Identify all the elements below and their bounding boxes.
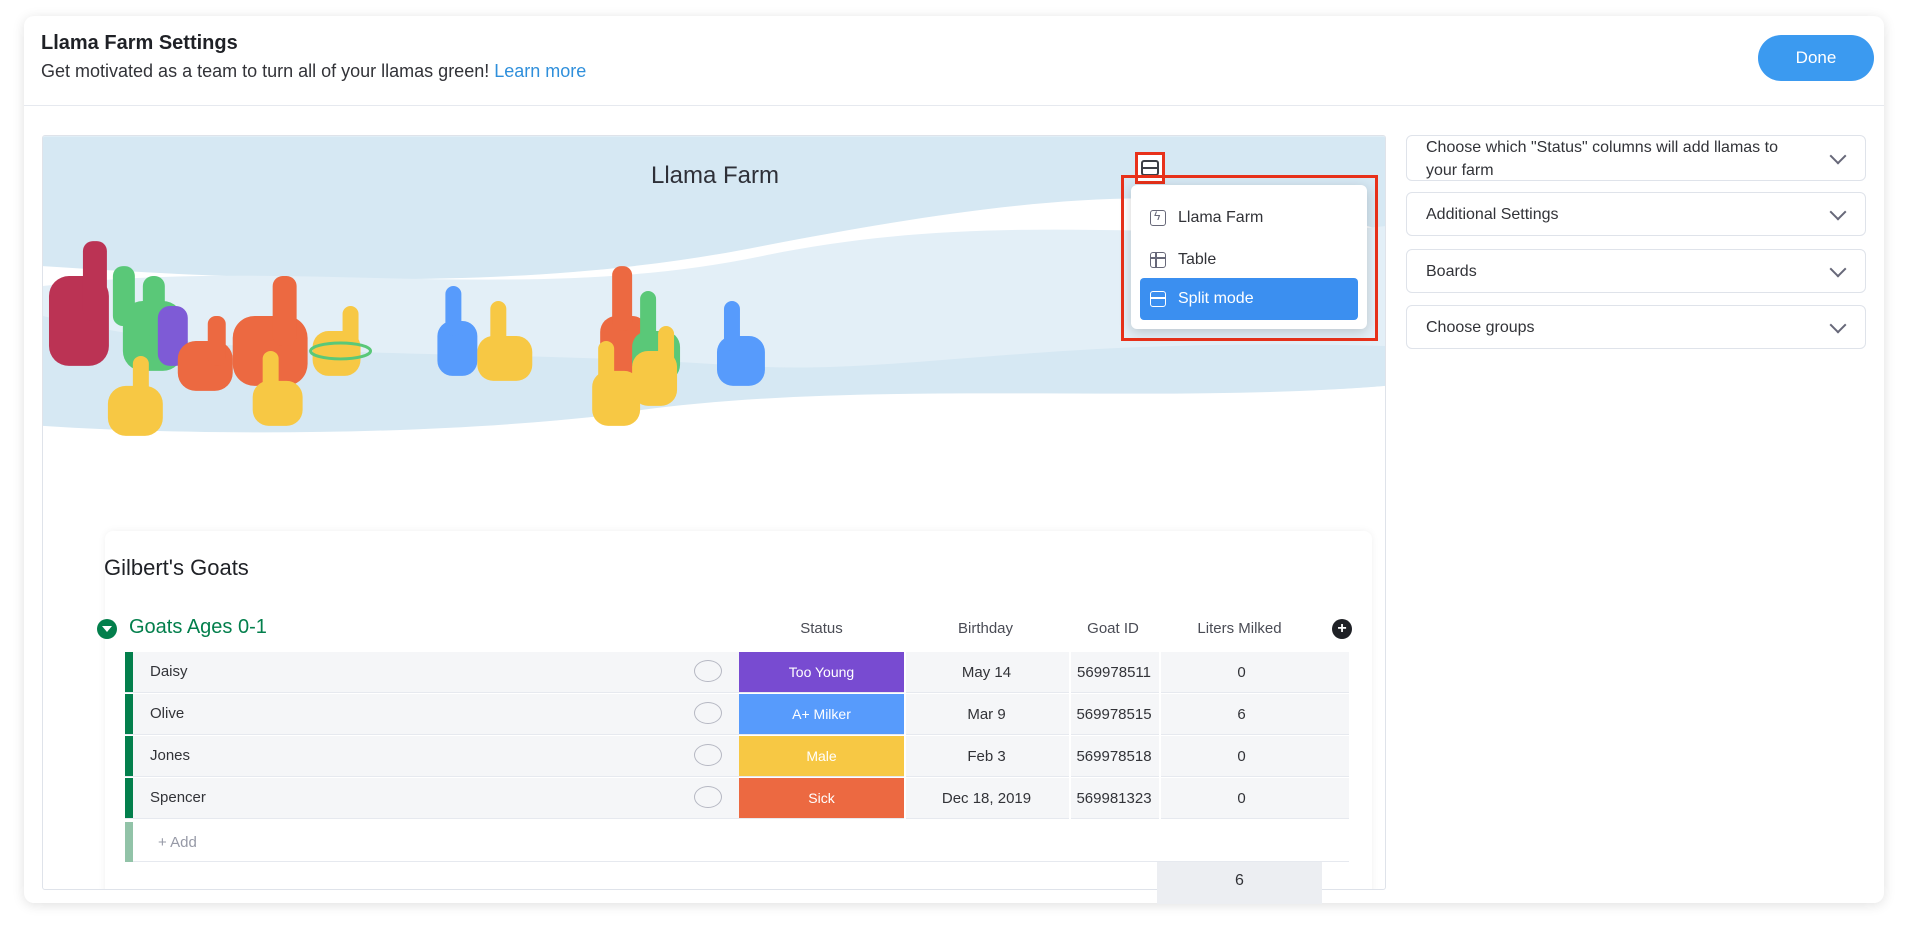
goat-id-cell[interactable]: 569978511 [1069, 664, 1159, 681]
liters-cell[interactable]: 0 [1159, 748, 1324, 765]
subtitle-text: Get motivated as a team to turn all of y… [41, 61, 490, 81]
bolt-icon [1150, 209, 1166, 226]
menu-item-label: Split mode [1178, 290, 1254, 307]
birthday-cell[interactable]: May 14 [904, 664, 1069, 681]
boards-accordion[interactable]: Boards [1406, 249, 1866, 293]
view-mode-menu: Llama Farm Table Split mode [1131, 185, 1367, 329]
chevron-down-icon [1829, 147, 1847, 165]
column-header-goat-id[interactable]: Goat ID [1068, 620, 1158, 637]
row-name[interactable]: Spencer [150, 789, 206, 806]
add-column-icon[interactable]: + [1332, 619, 1352, 639]
accordion-label: Choose which "Status" columns will add l… [1426, 139, 1778, 179]
split-icon [1141, 160, 1159, 176]
chevron-down-icon [1829, 203, 1847, 221]
done-button[interactable]: Done [1758, 35, 1874, 81]
liters-cell[interactable]: 6 [1159, 706, 1324, 723]
row-color-bar [125, 736, 133, 776]
liters-cell[interactable]: 0 [1159, 790, 1324, 807]
menu-item-llama-farm[interactable]: Llama Farm [1140, 197, 1358, 239]
birthday-cell[interactable]: Dec 18, 2019 [904, 790, 1069, 807]
table-row[interactable]: Spencer Sick Dec 18, 2019 569981323 0 [125, 778, 1349, 819]
row-color-bar [125, 694, 133, 734]
chevron-down-icon [1829, 316, 1847, 334]
comment-icon[interactable] [694, 702, 722, 724]
row-color-bar [125, 778, 133, 818]
column-header-liters-milked[interactable]: Liters Milked [1157, 620, 1322, 637]
goat-id-cell[interactable]: 569978518 [1069, 748, 1159, 765]
menu-item-label: Llama Farm [1178, 209, 1264, 226]
add-item-input[interactable]: + Add [158, 834, 197, 851]
comment-icon[interactable] [694, 660, 722, 682]
modal-subtitle: Get motivated as a team to turn all of y… [41, 61, 586, 82]
additional-settings-accordion[interactable]: Additional Settings [1406, 192, 1866, 236]
table-row[interactable]: Jones Male Feb 3 569978518 0 [125, 736, 1349, 777]
group-title[interactable]: Goats Ages 0-1 [129, 616, 267, 639]
row-color-bar [125, 652, 133, 692]
row-color-bar [125, 822, 133, 862]
row-name[interactable]: Olive [150, 705, 184, 722]
row-name[interactable]: Jones [150, 747, 190, 764]
menu-item-table[interactable]: Table [1140, 239, 1358, 281]
accordion-label: Additional Settings [1426, 206, 1559, 223]
split-icon [1150, 291, 1166, 307]
status-columns-accordion[interactable]: Choose which "Status" columns will add l… [1406, 135, 1866, 181]
goat-id-cell[interactable]: 569978515 [1069, 706, 1159, 723]
learn-more-link[interactable]: Learn more [494, 61, 586, 81]
column-header-status[interactable]: Status [739, 620, 904, 637]
birthday-cell[interactable]: Feb 3 [904, 748, 1069, 765]
status-cell[interactable]: A+ Milker [739, 694, 904, 734]
status-cell[interactable]: Male [739, 736, 904, 776]
status-cell[interactable]: Too Young [739, 652, 904, 692]
column-header-birthday[interactable]: Birthday [903, 620, 1068, 637]
table-row[interactable]: Olive A+ Milker Mar 9 569978515 6 [125, 694, 1349, 735]
board-name: Gilbert's Goats [104, 555, 249, 580]
table-icon [1150, 252, 1166, 268]
birthday-cell[interactable]: Mar 9 [904, 706, 1069, 723]
menu-item-label: Table [1178, 251, 1217, 268]
menu-item-split-mode[interactable]: Split mode [1140, 278, 1358, 320]
modal-header: Llama Farm Settings Get motivated as a t… [24, 16, 1884, 106]
comment-icon[interactable] [694, 786, 722, 808]
accordion-label: Choose groups [1426, 319, 1535, 336]
choose-groups-accordion[interactable]: Choose groups [1406, 305, 1866, 349]
group-collapse-icon[interactable] [97, 619, 117, 639]
add-item-row[interactable]: + Add [125, 822, 1349, 862]
liters-sum: 6 [1157, 862, 1322, 904]
goat-id-cell[interactable]: 569981323 [1069, 790, 1159, 807]
row-name[interactable]: Daisy [150, 663, 188, 680]
comment-icon[interactable] [694, 744, 722, 766]
modal-title: Llama Farm Settings [41, 32, 238, 54]
status-cell[interactable]: Sick [739, 778, 904, 818]
chevron-down-icon [1829, 260, 1847, 278]
table-row[interactable]: Daisy Too Young May 14 569978511 0 [125, 652, 1349, 693]
accordion-label: Boards [1426, 263, 1477, 280]
liters-cell[interactable]: 0 [1159, 664, 1324, 681]
